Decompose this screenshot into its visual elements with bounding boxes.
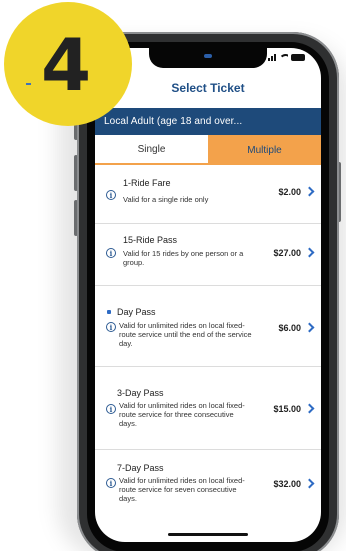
description-line: days. xyxy=(119,419,137,428)
ticket-list: i 1-Ride Fare Valid for a single ride on… xyxy=(95,165,321,530)
ticket-price: $15.00 xyxy=(273,404,301,414)
description-line: Valid for unlimited rides on local fixed… xyxy=(119,401,245,410)
accent-dash xyxy=(26,83,31,85)
chevron-right-icon xyxy=(304,478,315,489)
ticket-price: $32.00 xyxy=(273,479,301,489)
ticket-price: $27.00 xyxy=(273,248,301,258)
description-line: route service until the end of the servi… xyxy=(119,330,252,339)
notch-speaker xyxy=(204,54,212,58)
ticket-row-15-ride-pass[interactable]: i 15-Ride Pass Valid for 15 rides by one… xyxy=(95,224,321,286)
signal-icon xyxy=(268,54,276,61)
ticket-name: 1-Ride Fare xyxy=(123,178,171,188)
description-line: Valid for unlimited rides on local fixed… xyxy=(119,476,245,485)
home-indicator[interactable] xyxy=(168,533,248,536)
ticket-description: Valid for unlimited rides on local fixed… xyxy=(119,321,252,348)
description-line: day. xyxy=(119,339,133,348)
step-number-badge: 4 xyxy=(4,2,132,126)
ticket-row-1-ride-fare[interactable]: i 1-Ride Fare Valid for a single ride on… xyxy=(95,165,321,224)
ticket-name: 3-Day Pass xyxy=(117,388,164,398)
ticket-name: 15-Ride Pass xyxy=(123,235,178,245)
ticket-row-3-day-pass[interactable]: 3-Day Pass i Valid for unlimited rides o… xyxy=(95,367,321,450)
info-icon[interactable]: i xyxy=(106,478,116,488)
description-line: Valid for 15 rides by one person or a xyxy=(123,249,244,258)
ticket-description: Valid for unlimited rides on local fixed… xyxy=(119,476,245,503)
info-icon[interactable]: i xyxy=(106,248,116,258)
ticket-description: Valid for a single ride only xyxy=(123,195,209,204)
description-line: route service for seven consecutive xyxy=(119,485,237,494)
rider-type-selector[interactable]: Local Adult (age 18 and over... xyxy=(95,108,321,135)
selected-indicator-icon xyxy=(107,310,111,314)
info-icon[interactable]: i xyxy=(106,190,116,200)
phone-notch xyxy=(149,48,267,68)
ticket-description: Valid for unlimited rides on local fixed… xyxy=(119,401,245,428)
description-line: group. xyxy=(123,258,145,267)
ticket-row-7-day-pass[interactable]: 7-Day Pass i Valid for unlimited rides o… xyxy=(95,450,321,530)
ticket-type-tabs: Single Multiple xyxy=(95,135,321,165)
chevron-right-icon xyxy=(304,247,315,258)
description-line: days. xyxy=(119,494,137,503)
ticket-name: 7-Day Pass xyxy=(117,463,164,473)
chevron-right-icon xyxy=(304,322,315,333)
info-icon[interactable]: i xyxy=(106,322,116,332)
wifi-icon xyxy=(279,54,288,61)
phone-screen: 9 Select Ticket Local Adult (age 18 and … xyxy=(95,48,321,542)
chevron-right-icon xyxy=(304,403,315,414)
ticket-price: $6.00 xyxy=(278,323,301,333)
step-number: 4 xyxy=(40,23,92,107)
description-line: route service for three consecutive xyxy=(119,410,234,419)
ticket-name: Day Pass xyxy=(117,307,156,317)
description-line: Valid for unlimited rides on local fixed… xyxy=(119,321,245,330)
status-icons xyxy=(268,54,305,61)
ticket-price: $2.00 xyxy=(278,187,301,197)
ticket-description: Valid for 15 rides by one person or a gr… xyxy=(123,249,243,267)
battery-icon xyxy=(291,54,305,61)
info-icon[interactable]: i xyxy=(106,404,116,414)
ticket-row-day-pass[interactable]: Day Pass i Valid for unlimited rides on … xyxy=(95,286,321,367)
chevron-right-icon xyxy=(304,186,315,197)
tab-single[interactable]: Single xyxy=(95,135,208,165)
tab-multiple[interactable]: Multiple xyxy=(208,135,321,165)
